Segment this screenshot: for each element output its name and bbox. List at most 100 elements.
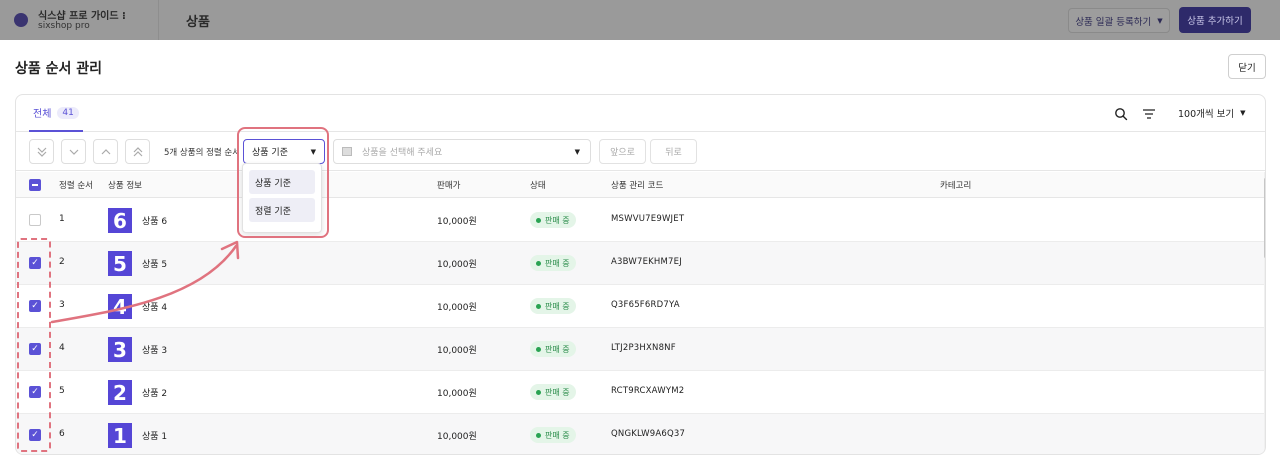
product-price: 10,000원: [437, 389, 477, 399]
product-panel: 전체 41 100개씩 보기 ▼ 5개 상품의 정렬 순서 상품 기준 ▼ 상품…: [15, 94, 1266, 455]
product-name: 상품 6: [142, 217, 168, 227]
product-thumbnail: 6: [108, 208, 132, 233]
product-name: 상품 3: [142, 346, 168, 356]
product-thumbnail: 1: [108, 423, 132, 448]
row-order: 5: [59, 386, 65, 396]
status-badge: 판매 중: [530, 212, 576, 228]
status-dot-icon: [536, 389, 541, 395]
status-label: 판매 중: [545, 301, 570, 311]
tab-all-count: 41: [57, 106, 79, 119]
row-order: 4: [59, 343, 65, 353]
bulk-register-button[interactable]: 상품 일괄 등록하기 ▼: [1068, 8, 1170, 33]
topbar-divider: [158, 0, 159, 40]
annotation-highlight-box: [237, 127, 329, 238]
status-dot-icon: [536, 260, 541, 266]
status-label: 판매 중: [545, 387, 570, 397]
status-label: 판매 중: [545, 430, 570, 440]
tab-all-label: 전체: [33, 109, 52, 120]
status-label: 판매 중: [545, 215, 570, 225]
product-price: 10,000원: [437, 432, 477, 442]
move-bottom-button[interactable]: [29, 139, 54, 164]
product-thumbnail: 5: [108, 251, 132, 276]
status-dot-icon: [536, 432, 541, 438]
product-price: 10,000원: [437, 260, 477, 270]
status-badge: 판매 중: [530, 341, 576, 357]
header-status: 상태: [530, 181, 546, 191]
product-thumbnail: 4: [108, 294, 132, 319]
per-page-select[interactable]: 100개씩 보기 ▼: [1178, 106, 1246, 120]
move-front-button[interactable]: 앞으로: [599, 139, 646, 164]
per-page-label: 100개씩 보기: [1178, 109, 1235, 120]
product-price: 10,000원: [437, 217, 477, 227]
header-code: 상품 관리 코드: [611, 181, 664, 191]
app-topbar: 식스샵 프로 가이드 ⁝ sixshop pro 상품 상품 일괄 등록하기 ▼…: [0, 0, 1280, 40]
table-row[interactable]: ✓ 3 4 상품 4 10,000원 판매 중 Q3F65F6RD7YA: [16, 285, 1264, 328]
status-badge: 판매 중: [530, 298, 576, 314]
product-code: QNGKLW9A6Q37: [611, 429, 686, 439]
caret-down-icon: ▼: [574, 148, 580, 156]
product-code: RCT9RCXAWYM2: [611, 386, 685, 396]
move-back-button[interactable]: 뒤로: [650, 139, 697, 164]
table-scrollbar[interactable]: [1264, 172, 1265, 454]
image-placeholder-icon: [342, 147, 352, 156]
product-price: 10,000원: [437, 303, 477, 313]
annotation-dashed-box: [17, 238, 51, 452]
row-checkbox[interactable]: [29, 214, 41, 226]
double-chevron-down-icon: [37, 147, 46, 157]
product-price: 10,000원: [437, 346, 477, 356]
product-order-modal: 상품 순서 관리 닫기 전체 41 100개씩 보기 ▼ 5개 상품의 정렬 순…: [0, 40, 1280, 455]
scrollbar-thumb[interactable]: [1264, 178, 1265, 258]
product-select-placeholder: 상품을 선택해 주세요: [362, 148, 443, 158]
tab-bar: 전체 41 100개씩 보기 ▼: [16, 95, 1265, 132]
status-badge: 판매 중: [530, 384, 576, 400]
status-badge: 판매 중: [530, 427, 576, 443]
table-row[interactable]: ✓ 6 1 상품 1 10,000원 판매 중 QNGKLW9A6Q37: [16, 414, 1264, 454]
header-order: 정렬 순서: [59, 181, 93, 191]
status-label: 판매 중: [545, 258, 570, 268]
table-header: 정렬 순서 상품 정보 판매가 상태 상품 관리 코드 카테고리: [16, 172, 1265, 198]
product-code: LTJ2P3HXN8NF: [611, 343, 676, 353]
store-subtitle: sixshop pro: [38, 21, 90, 31]
status-dot-icon: [536, 217, 541, 223]
table-row[interactable]: ✓ 4 3 상품 3 10,000원 판매 중 LTJ2P3HXN8NF: [16, 328, 1264, 371]
table-row[interactable]: 1 6 상품 6 10,000원 판매 중 MSWVU7E9WJET: [16, 199, 1264, 242]
status-label: 판매 중: [545, 344, 570, 354]
double-chevron-up-icon: [133, 146, 142, 156]
order-toolbar: 5개 상품의 정렬 순서 상품 기준 ▼ 상품을 선택해 주세요 ▼ 앞으로 뒤…: [16, 133, 1265, 171]
header-info: 상품 정보: [108, 181, 142, 191]
page-title: 상품: [186, 15, 210, 30]
product-name: 상품 5: [142, 260, 168, 270]
product-code: A3BW7EKHM7EJ: [611, 257, 682, 267]
move-down-button[interactable]: [61, 139, 86, 164]
status-badge: 판매 중: [530, 255, 576, 271]
move-top-button[interactable]: [125, 139, 150, 164]
add-product-button[interactable]: 상품 추가하기: [1179, 7, 1251, 33]
row-order: 3: [59, 300, 65, 310]
row-order: 2: [59, 257, 65, 267]
table-row[interactable]: ✓ 2 5 상품 5 10,000원 판매 중 A3BW7EKHM7EJ: [16, 242, 1264, 285]
close-button[interactable]: 닫기: [1228, 54, 1266, 79]
product-code: Q3F65F6RD7YA: [611, 300, 680, 310]
product-name: 상품 4: [142, 303, 168, 313]
filter-icon[interactable]: [1142, 107, 1156, 121]
product-thumbnail: 2: [108, 380, 132, 405]
product-name: 상품 1: [142, 432, 168, 442]
status-dot-icon: [536, 346, 541, 352]
bulk-register-label: 상품 일괄 등록하기: [1075, 16, 1152, 28]
store-name[interactable]: 식스샵 프로 가이드 ⁝: [38, 7, 126, 22]
product-thumbnail: 3: [108, 337, 132, 362]
store-logo-icon: [14, 13, 28, 27]
move-up-button[interactable]: [93, 139, 118, 164]
product-select[interactable]: 상품을 선택해 주세요 ▼: [333, 139, 591, 164]
select-all-checkbox[interactable]: [29, 179, 41, 191]
search-icon[interactable]: [1114, 107, 1128, 121]
sort-hint-text: 5개 상품의 정렬 순서: [164, 148, 241, 158]
chevron-down-icon: [69, 149, 78, 155]
tab-all[interactable]: 전체 41: [29, 95, 83, 132]
header-category: 카테고리: [940, 181, 972, 191]
status-dot-icon: [536, 303, 541, 309]
row-order: 6: [59, 429, 65, 439]
product-code: MSWVU7E9WJET: [611, 214, 685, 224]
table-row[interactable]: ✓ 5 2 상품 2 10,000원 판매 중 RCT9RCXAWYM2: [16, 371, 1264, 414]
chevron-up-icon: [101, 148, 110, 154]
